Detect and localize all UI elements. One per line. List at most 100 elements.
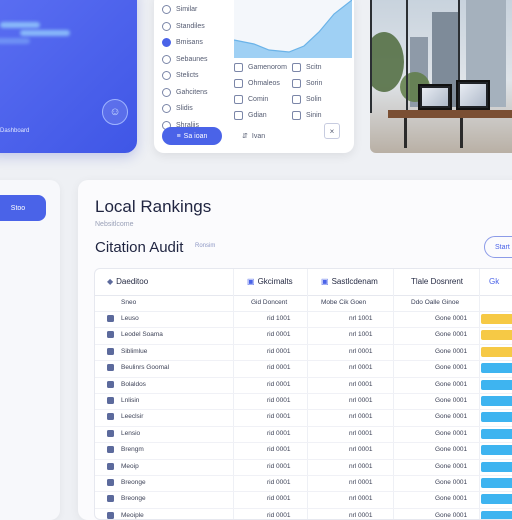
column-header-label: Tlale Dosnrent (411, 277, 464, 286)
cell-v3: Gone 0001 (435, 462, 468, 470)
filter-option[interactable]: Solin (292, 95, 322, 104)
table-row[interactable]: Meoip rid 0001 nrl 0001 Gone 0001 (95, 459, 512, 476)
column-header[interactable]: Gk (489, 277, 499, 286)
cell-name: Lensio (121, 429, 141, 437)
filter-option[interactable]: Similar (162, 5, 197, 14)
checkbox-icon (234, 63, 243, 72)
column-header[interactable]: ▣ Sastlcdenam (321, 277, 378, 286)
start-button[interactable]: Start (484, 236, 512, 258)
filter-option[interactable]: Sinin (292, 111, 322, 120)
column-header[interactable]: Tlale Dosnrent (411, 277, 463, 286)
page-title: Local Rankings (95, 197, 212, 216)
filter-option[interactable]: Gahcitens (162, 87, 208, 97)
table-row[interactable]: Leuso rid 1001 nrl 1001 Gone 0001 (95, 311, 512, 329)
table-row[interactable]: Meoiple rid 0001 nrl 0001 Gone 0001 (95, 508, 512, 519)
filter-option[interactable]: Standiles (162, 21, 205, 31)
cell-v2: nrl 0001 (349, 429, 373, 437)
subheader-label: Ddo Oalle Ginoe (411, 299, 460, 306)
filter-option[interactable]: Stelicts (162, 71, 199, 80)
desk-leg (460, 118, 463, 148)
filter-option-label: Gdian (248, 112, 267, 119)
side-card (0, 180, 60, 520)
filter-option[interactable]: Gamenorom (234, 63, 287, 72)
filter-option[interactable]: Sorin (292, 79, 322, 88)
filter-option[interactable]: Scitn (292, 63, 322, 72)
checkbox-icon (292, 79, 301, 88)
row-checkbox-icon[interactable] (107, 446, 114, 454)
row-checkbox-icon[interactable] (107, 364, 114, 372)
apply-button-label: Sa ioan (183, 132, 208, 140)
row-checkbox-icon[interactable] (107, 495, 114, 503)
filter-option-label: Scitn (306, 64, 322, 71)
table-row[interactable]: Leeclsir rid 0001 nrl 0001 Gone 0001 (95, 409, 512, 427)
cell-v1: rid 0001 (267, 479, 291, 486)
citation-table: ◆ Daeditoo ▣ Gkcimalts ▣ Sastlcdenam Tla… (94, 268, 512, 520)
checkbox-icon (234, 111, 243, 120)
filter-option[interactable]: Comin (234, 95, 268, 104)
window-frame (406, 0, 408, 113)
table-row[interactable]: Bolaldos rid 0001 nrl 0001 Gone 0001 (95, 377, 512, 394)
row-checkbox-icon[interactable] (107, 413, 114, 421)
filter-option[interactable]: Bmisans (162, 38, 203, 47)
aux-link[interactable]: ⇵ Ivan (242, 132, 265, 141)
filter-option[interactable]: Ohmaleos (234, 79, 280, 88)
table-row[interactable]: Leodel Soama rid 0001 nrl 1001 Gone 0001 (95, 327, 512, 345)
table-row[interactable]: Lensio rid 0001 nrl 0001 Gone 0001 (95, 426, 512, 444)
row-checkbox-icon[interactable] (107, 315, 114, 322)
subheader-label: Gid Doncent (251, 299, 288, 306)
row-checkbox-icon[interactable] (107, 347, 114, 355)
cell-v3: Gone 0001 (435, 413, 468, 421)
info-icon: ▣ (321, 277, 329, 286)
cell-v2: nrl 0001 (349, 364, 373, 372)
filter-option[interactable]: Sebaunes (162, 54, 208, 64)
cell-name: Bolaldos (121, 380, 146, 388)
radio-icon (162, 71, 171, 80)
cell-v3: Gone 0001 (435, 331, 468, 339)
filter-icon: ≡ (176, 132, 181, 140)
row-checkbox-icon[interactable] (107, 429, 114, 437)
cell-v1: rid 0001 (267, 413, 291, 421)
close-icon[interactable]: × (324, 123, 340, 139)
cell-v3: Gone 0001 (435, 315, 468, 322)
checkbox-icon (292, 63, 301, 72)
section-tag[interactable]: Ronsim (195, 243, 215, 249)
table-row[interactable]: Beulinrs Goomal rid 0001 nrl 0001 Gone 0001 (95, 360, 512, 378)
table-row[interactable]: Lnlisin rid 0001 nrl 0001 Gone 0001 (95, 393, 512, 411)
cell-name: Breonge (121, 495, 146, 503)
cell-v1: rid 0001 (267, 462, 291, 470)
decorative-streak (0, 38, 30, 44)
row-checkbox-icon[interactable] (107, 462, 114, 470)
row-checkbox-icon[interactable] (107, 380, 114, 388)
cell-v3: Gone 0001 (435, 380, 468, 388)
cell-v3: Gone 0001 (435, 511, 468, 519)
filter-option[interactable]: Gdian (234, 111, 267, 120)
subheader-label: Sneo (121, 299, 137, 306)
cell-v3: Gone 0001 (435, 347, 468, 355)
cell-name: Siblimlue (121, 347, 148, 355)
filter-option[interactable]: Slidis (162, 104, 193, 113)
table-row[interactable]: Breonge rid 0001 nrl 0001 Gone 0001 (95, 491, 512, 509)
row-checkbox-icon[interactable] (107, 397, 114, 404)
monitor-shape (456, 80, 490, 110)
filter-option-label: Slidis (176, 105, 193, 112)
table-row[interactable]: Siblimlue rid 0001 nrl 0001 Gone 0001 (95, 344, 512, 362)
side-button[interactable]: Stoo (0, 195, 46, 221)
row-checkbox-icon[interactable] (107, 511, 114, 519)
table-row[interactable]: Breonge rid 0001 nrl 0001 Gone 0001 (95, 475, 512, 493)
status-bar (481, 510, 512, 519)
cell-v2: nrl 0001 (349, 479, 373, 486)
column-header[interactable]: ▣ Gkcimalts (247, 277, 293, 286)
row-checkbox-icon[interactable] (107, 479, 114, 486)
tree-shape (370, 32, 404, 92)
column-header[interactable]: ◆ Daeditoo (107, 277, 148, 286)
table-row[interactable]: Brengm rid 0001 nrl 0001 Gone 0001 (95, 442, 512, 460)
cell-name: Leeclsir (121, 413, 144, 421)
table-header: ◆ Daeditoo ▣ Gkcimalts ▣ Sastlcdenam Tla… (95, 269, 512, 296)
apply-button[interactable]: ≡ Sa ioan (162, 127, 222, 145)
sort-icon: ⇵ (242, 133, 248, 140)
filter-option-label: Ohmaleos (248, 80, 280, 87)
column-header-label: Gkcimalts (257, 277, 293, 286)
row-checkbox-icon[interactable] (107, 331, 114, 339)
hero-label: Dashboard (0, 128, 30, 134)
user-icon[interactable]: ☺ (102, 99, 128, 125)
